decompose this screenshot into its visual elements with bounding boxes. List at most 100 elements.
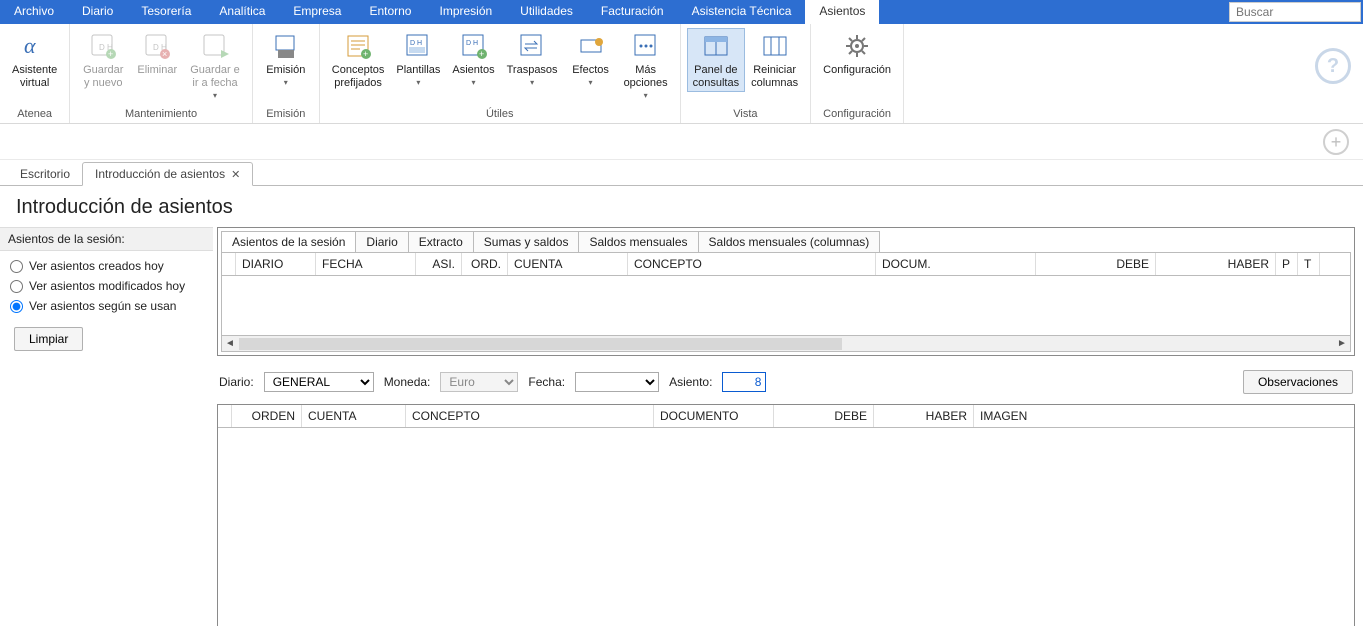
radio-label-hoy: Ver asientos creados hoy — [29, 259, 164, 273]
col-header-debe[interactable]: DEBE — [774, 405, 874, 427]
menu-entorno[interactable]: Entorno — [355, 0, 425, 24]
col-header-concepto[interactable]: CONCEPTO — [406, 405, 654, 427]
menu-asientos[interactable]: Asientos — [805, 0, 879, 24]
col-header-cuenta[interactable]: CUENTA — [508, 253, 628, 275]
chevron-down-icon: ▾ — [284, 78, 288, 87]
inner-tab-saldos-mensuales-columnas-[interactable]: Saldos mensuales (columnas) — [699, 231, 881, 252]
ribbon-group-label: Emisión — [253, 106, 319, 123]
ribbon-group-configuraci-n: ConfiguraciónConfiguración — [811, 24, 904, 123]
limpiar-button[interactable]: Limpiar — [14, 327, 83, 351]
col-header-p[interactable]: P — [1276, 253, 1298, 275]
col-header-cuenta[interactable]: CUENTA — [302, 405, 406, 427]
traspasos-button[interactable]: Traspasos▾ — [501, 28, 564, 89]
ribbon: αAsistentevirtualAteneaD H+Guardary nuev… — [0, 24, 1363, 124]
reset-cols-icon — [759, 30, 791, 62]
close-icon[interactable]: ✕ — [231, 169, 240, 181]
moneda-select[interactable]: Euro — [440, 372, 518, 392]
svg-text:+: + — [479, 49, 484, 59]
effects-icon — [575, 30, 607, 62]
doc-tab-introduccion-asientos[interactable]: Introducción de asientos✕ — [82, 162, 253, 186]
left-section-header: Asientos de la sesión: — [0, 227, 213, 251]
asiento-input[interactable] — [722, 372, 766, 392]
radio-input-usan[interactable] — [10, 300, 23, 313]
menu-asistencia-t-cnica[interactable]: Asistencia Técnica — [678, 0, 806, 24]
svg-text:D H: D H — [466, 40, 478, 47]
asistente-virtual-label: Asistentevirtual — [12, 64, 57, 90]
chevron-down-icon: ▾ — [530, 78, 534, 87]
menu-facturaci-n[interactable]: Facturación — [587, 0, 678, 24]
help-icon[interactable]: ? — [1315, 48, 1351, 84]
inner-tab-diario[interactable]: Diario — [356, 231, 408, 252]
reiniciar-columnas-button[interactable]: Reiniciarcolumnas — [745, 28, 804, 92]
efectos-button[interactable]: Efectos▾ — [564, 28, 618, 89]
col-header-debe[interactable]: DEBE — [1036, 253, 1156, 275]
left-pane: Asientos de la sesión: Ver asientos crea… — [0, 227, 213, 626]
inner-tab-extracto[interactable]: Extracto — [409, 231, 474, 252]
radio-mod[interactable]: Ver asientos modificados hoy — [10, 279, 203, 293]
radio-input-mod[interactable] — [10, 280, 23, 293]
menu-utilidades[interactable]: Utilidades — [506, 0, 587, 24]
observaciones-button[interactable]: Observaciones — [1243, 370, 1353, 394]
col-header-haber[interactable]: HABER — [874, 405, 974, 427]
col-header-diario[interactable]: DIARIO — [236, 253, 316, 275]
scroll-thumb[interactable] — [239, 338, 842, 350]
menu-impresi-n[interactable]: Impresión — [425, 0, 506, 24]
more-icon — [630, 30, 662, 62]
radio-label-usan: Ver asientos según se usan — [29, 299, 176, 313]
menu-empresa[interactable]: Empresa — [279, 0, 355, 24]
conceptos-prefijados-button[interactable]: +Conceptosprefijados — [326, 28, 391, 92]
emision-button[interactable]: Emisión▾ — [259, 28, 313, 89]
col-header-orden[interactable]: ORDEN — [232, 405, 302, 427]
asistente-virtual-button[interactable]: αAsistentevirtual — [6, 28, 63, 92]
save-plus-icon: D H+ — [87, 30, 119, 62]
fecha-select[interactable] — [575, 372, 659, 392]
col-header-concepto[interactable]: CONCEPTO — [628, 253, 876, 275]
col-header-asi-[interactable]: ASI. — [416, 253, 462, 275]
ribbon-group-atenea: αAsistentevirtual Atenea — [0, 24, 70, 123]
chevron-down-icon: ▾ — [472, 78, 476, 87]
configuracion-label: Configuración — [823, 64, 891, 77]
delete-icon: D H× — [141, 30, 173, 62]
add-button[interactable]: + — [1323, 129, 1349, 155]
col-header-t[interactable]: T — [1298, 253, 1320, 275]
col-header-imagen[interactable]: IMAGEN — [974, 405, 1354, 427]
ribbon-group-label: Atenea — [0, 106, 69, 123]
diario-label: Diario: — [219, 375, 254, 389]
mas-opciones-button[interactable]: Másopciones▾ — [618, 28, 674, 102]
col-header-blank[interactable] — [1320, 253, 1348, 275]
upper-grid-scrollbar[interactable]: ◄ ► — [221, 336, 1351, 352]
plantillas-label: Plantillas — [396, 64, 440, 77]
row-selector-header — [218, 405, 232, 427]
conceptos-prefijados-label: Conceptosprefijados — [332, 64, 385, 90]
radio-hoy[interactable]: Ver asientos creados hoy — [10, 259, 203, 273]
panel-consultas-button[interactable]: Panel deconsultas — [687, 28, 745, 92]
emision-label: Emisión — [266, 64, 305, 77]
asiento-label: Asiento: — [669, 375, 712, 389]
doc-tab-escritorio[interactable]: Escritorio — [8, 163, 82, 185]
lower-grid-body — [218, 428, 1354, 626]
configuracion-button[interactable]: Configuración — [817, 28, 897, 79]
col-header-ord-[interactable]: ORD. — [462, 253, 508, 275]
menu-tesorer-a[interactable]: Tesorería — [127, 0, 205, 24]
inner-tab-saldos-mensuales[interactable]: Saldos mensuales — [579, 231, 698, 252]
col-header-documento[interactable]: DOCUMENTO — [654, 405, 774, 427]
plantillas-button[interactable]: D HPlantillas▾ — [390, 28, 446, 89]
gear-icon — [841, 30, 873, 62]
scroll-right-icon[interactable]: ► — [1334, 338, 1350, 349]
col-header-fecha[interactable]: FECHA — [316, 253, 416, 275]
guardar-ir-a-fecha-button: Guardar eir a fecha▾ — [184, 28, 246, 102]
inner-tab-sumas-y-saldos[interactable]: Sumas y saldos — [474, 231, 580, 252]
scroll-left-icon[interactable]: ◄ — [222, 338, 238, 349]
diario-select[interactable]: GENERAL — [264, 372, 374, 392]
radio-usan[interactable]: Ver asientos según se usan — [10, 299, 203, 313]
radio-input-hoy[interactable] — [10, 260, 23, 273]
col-header-haber[interactable]: HABER — [1156, 253, 1276, 275]
menu-archivo[interactable]: Archivo — [0, 0, 68, 24]
search-input[interactable] — [1229, 2, 1361, 22]
inner-tab-asientos-de-la-sesi-n[interactable]: Asientos de la sesión — [221, 231, 356, 252]
ribbon-group-vista: Panel deconsultasReiniciarcolumnasVista — [681, 24, 812, 123]
menu-diario[interactable]: Diario — [68, 0, 127, 24]
asientos-button[interactable]: D H+Asientos▾ — [446, 28, 500, 89]
menu-anal-tica[interactable]: Analítica — [205, 0, 279, 24]
col-header-docum-[interactable]: DOCUM. — [876, 253, 1036, 275]
